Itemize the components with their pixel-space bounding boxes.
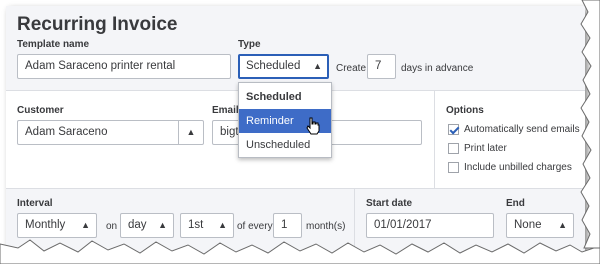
type-select-value: Scheduled [246, 60, 301, 72]
updown-arrows-icon: ▲ [81, 220, 90, 230]
include-unbilled-label: Include unbilled charges [464, 162, 572, 173]
email-label: Email [212, 105, 239, 116]
create-label: Create [336, 63, 367, 74]
options-label: Options [446, 105, 484, 116]
template-name-label: Template name [17, 39, 90, 50]
days-in-advance-input[interactable]: 7 [367, 54, 396, 79]
end-value: None [514, 219, 542, 231]
interval-label: Interval [17, 198, 53, 209]
page-title: Recurring Invoice [17, 14, 178, 35]
end-label: End [506, 198, 525, 209]
start-date-input[interactable]: 01/01/2017 [366, 213, 494, 238]
day-unit-select[interactable]: day ▲ [120, 213, 174, 238]
on-label: on [106, 221, 118, 232]
auto-send-checkbox[interactable] [448, 124, 459, 135]
print-later-label: Print later [464, 143, 507, 154]
customer-select-value: Adam Saraceno [25, 126, 108, 138]
divider [6, 188, 585, 189]
day-of-month-value: 1st [188, 219, 204, 231]
updown-arrows-icon: ▲ [313, 61, 322, 71]
days-in-advance-label: days in advance [401, 63, 474, 74]
customer-label: Customer [17, 105, 64, 116]
updown-arrows-icon: ▲ [178, 121, 203, 144]
divider [434, 90, 435, 188]
divider [354, 188, 355, 254]
updown-arrows-icon: ▲ [158, 220, 167, 230]
include-unbilled-checkbox[interactable] [448, 162, 459, 173]
frequency-value: Monthly [25, 219, 66, 231]
auto-send-label: Automatically send emails [464, 124, 580, 135]
months-label: month(s) [306, 221, 346, 232]
type-option-scheduled[interactable]: Scheduled [239, 85, 331, 109]
start-date-label: Start date [366, 198, 413, 209]
day-of-month-select[interactable]: 1st ▲ [180, 213, 234, 238]
of-every-label: of every [237, 221, 273, 232]
template-name-input[interactable]: Adam Saraceno printer rental [17, 54, 231, 79]
updown-arrows-icon: ▲ [558, 220, 567, 230]
print-later-checkbox[interactable] [448, 143, 459, 154]
type-select[interactable]: Scheduled ▲ [238, 54, 329, 79]
type-label: Type [238, 39, 261, 50]
frequency-select[interactable]: Monthly ▲ [17, 213, 97, 238]
customer-select[interactable]: Adam Saraceno ▲ [17, 120, 204, 145]
day-unit-value: day [128, 219, 147, 231]
updown-arrows-icon: ▲ [218, 220, 227, 230]
end-select[interactable]: None ▲ [506, 213, 574, 238]
every-count-input[interactable]: 1 [273, 213, 302, 238]
type-option-unscheduled[interactable]: Unscheduled [239, 133, 331, 157]
hand-pointer-icon [306, 117, 320, 135]
